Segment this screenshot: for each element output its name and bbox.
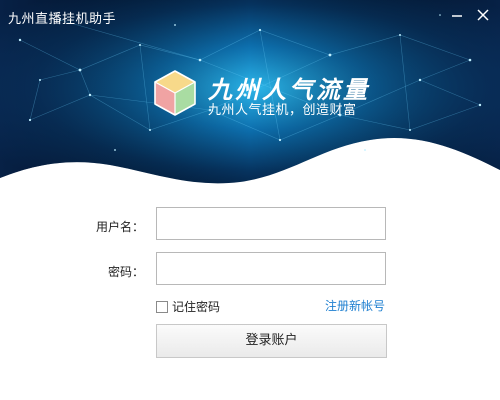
remember-password-checkbox[interactable]: [156, 300, 168, 313]
brand-slogan: 九州人气挂机，创造财富: [208, 103, 357, 118]
remember-password-option[interactable]: 记住密码: [156, 298, 220, 315]
cube-logo-icon: [154, 70, 196, 116]
username-input[interactable]: [156, 207, 386, 240]
login-window: 九州直播挂机助手 九州人气流量 九州人气挂机，创造财富 用户名： 密码： 记住密…: [0, 0, 500, 400]
minimize-icon: [452, 15, 462, 17]
remember-password-label: 记住密码: [172, 300, 221, 314]
header-banner: 九州直播挂机助手 九州人气流量 九州人气挂机，创造财富: [0, 0, 500, 200]
minimize-button[interactable]: [446, 6, 468, 24]
username-label: 用户名：: [95, 220, 144, 234]
close-button[interactable]: [472, 6, 494, 24]
register-link[interactable]: 注册新帐号: [325, 297, 385, 314]
password-input[interactable]: [156, 252, 386, 285]
window-title: 九州直播挂机助手: [8, 12, 117, 27]
password-label: 密码：: [107, 265, 144, 279]
login-button[interactable]: 登录账户: [156, 324, 387, 358]
close-icon: [477, 9, 489, 21]
